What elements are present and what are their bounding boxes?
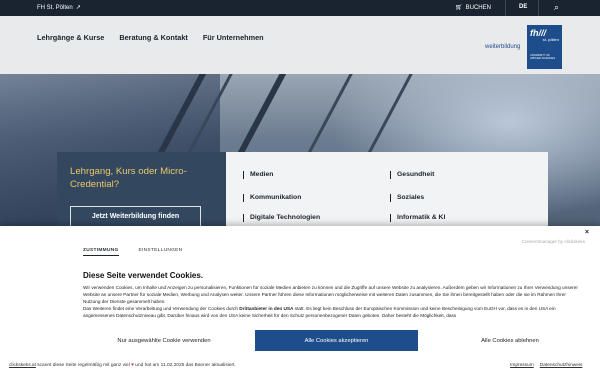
find-course-button[interactable]: Jetzt Weiterbildung finden — [70, 206, 201, 227]
main-navigation: Lehrgänge & Kurse Beratung & Kontakt Für… — [37, 33, 264, 42]
cookie-tabs: ZUSTIMMUNG EINSTELLUNGEN — [83, 248, 182, 256]
fh-stpoelten-link[interactable]: FH St. Pölten ↗ — [37, 4, 81, 12]
promo-title: Lehrgang, Kurs oder Micro-Credential? — [70, 166, 187, 190]
site-label: FH St. Pölten — [37, 4, 73, 11]
cookie-footer-text: clickskeks.at scannt diese Seite regelmä… — [9, 363, 236, 368]
category-medien[interactable]: Medien — [243, 171, 273, 179]
imprint-link[interactable]: Impressum — [510, 363, 534, 368]
accept-all-cookies-button[interactable]: Alle Cookies akzeptieren — [255, 330, 418, 351]
cart-label: BUCHEN — [465, 4, 491, 11]
category-gesundheit[interactable]: Gesundheit — [390, 171, 434, 179]
cookie-paragraph-2-bold: Drittanbieter in den USA — [239, 306, 294, 311]
nav-item-unternehmen[interactable]: Für Unternehmen — [203, 33, 264, 42]
tab-einstellungen[interactable]: EINSTELLUNGEN — [139, 248, 183, 256]
language-selector[interactable]: DE — [519, 4, 527, 10]
category-soziales[interactable]: Soziales — [390, 194, 424, 202]
top-utility-bar: FH St. Pölten ↗ 🛒︎ BUCHEN DE ⌕ — [0, 0, 600, 16]
tab-zustimmung[interactable]: ZUSTIMMUNG — [83, 248, 119, 256]
divider — [505, 0, 506, 16]
cookie-footer-links: Impressum Datenschutzhinweis — [510, 363, 582, 368]
course-finder-box: Lehrgang, Kurs oder Micro-Credential? Je… — [57, 152, 226, 234]
reject-all-cookies-button[interactable]: Alle Cookies ablehnen — [440, 330, 580, 351]
close-icon[interactable]: × — [585, 229, 589, 236]
logo-tagline: UNIVERSITY OF APPLIED SCIENCES — [530, 54, 555, 60]
clickskeks-link[interactable]: clickskeks.at — [9, 363, 36, 368]
external-link-icon: ↗ — [75, 5, 81, 11]
cart-icon: 🛒︎ — [455, 5, 463, 11]
cookie-banner: × ZUSTIMMUNG EINSTELLUNGEN Consentmanage… — [0, 226, 600, 375]
category-kommunikation[interactable]: Kommunikation — [243, 194, 301, 202]
weiterbildung-label[interactable]: weiterbildung — [485, 44, 520, 50]
cookie-text: Wir verwenden Cookies, um Inhalte und An… — [83, 284, 583, 319]
fh-logo[interactable]: fh/// st. pölten UNIVERSITY OF APPLIED S… — [527, 25, 562, 69]
search-icon[interactable]: ⌕ — [554, 2, 559, 13]
cookie-title: Diese Seite verwendet Cookies. — [83, 271, 204, 280]
category-informatik-ki[interactable]: Informatik & KI — [390, 214, 445, 222]
nav-item-lehrgaenge[interactable]: Lehrgänge & Kurse — [37, 33, 104, 42]
powered-by-label: Consentmanager by clickskeks — [521, 239, 585, 244]
divider — [538, 0, 539, 16]
category-digitale-technologien[interactable]: Digitale Technologien — [243, 214, 320, 222]
cart-button[interactable]: 🛒︎ BUCHEN — [455, 4, 491, 12]
cookie-paragraph-2-pre: Das Weiteren findet eine Verarbeitung un… — [83, 306, 240, 311]
cookie-paragraph-1: Wir verwenden Cookies, um Inhalte und An… — [83, 285, 578, 304]
use-selected-cookies-button[interactable]: Nur ausgewählte Cookie verwenden — [97, 330, 231, 351]
nav-item-beratung[interactable]: Beratung & Kontakt — [119, 33, 188, 42]
category-list: Medien Gesundheit Kommunikation Soziales… — [226, 152, 548, 234]
privacy-link[interactable]: Datenschutzhinweis — [540, 363, 583, 368]
